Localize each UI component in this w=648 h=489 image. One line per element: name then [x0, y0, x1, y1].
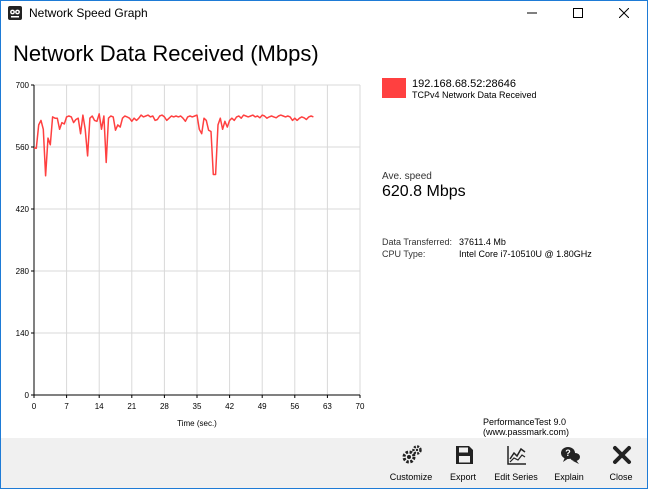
x-tick-label: 0	[32, 402, 37, 411]
y-tick-label: 280	[16, 267, 30, 276]
x-tick-label: 21	[127, 402, 136, 411]
x-tick-label: 35	[193, 402, 202, 411]
x-axis-label: Time (sec.)	[177, 419, 217, 428]
close-icon	[619, 8, 629, 18]
minimize-button[interactable]	[509, 1, 555, 25]
average-speed-label: Ave. speed	[382, 171, 432, 182]
floppy-disk-icon	[456, 446, 473, 464]
x-tick-label: 42	[225, 402, 234, 411]
y-tick-label: 700	[16, 81, 30, 90]
minimize-icon	[527, 12, 537, 14]
x-tick-label: 49	[258, 402, 267, 411]
passmark-app-icon	[8, 6, 22, 20]
close-label: Close	[609, 472, 633, 482]
title-bar[interactable]: Network Speed Graph	[1, 1, 647, 25]
x-tick-label: 56	[290, 402, 299, 411]
window-close-button[interactable]	[601, 1, 647, 25]
network-speed-graph-window: Network Speed Graph Network Data Receive…	[0, 0, 648, 489]
close-button[interactable]: Close	[591, 438, 648, 488]
y-tick-label: 560	[16, 143, 30, 152]
x-tick-label: 28	[160, 402, 169, 411]
x-tick-label: 7	[64, 402, 69, 411]
network-speed-chart: 0 140 280 420 560 700 0 7 14 21 28 35 42 49 56 63 70 Ti…	[16, 81, 365, 428]
cpu-type-value: Intel Core i7-10510U @ 1.80GHz	[459, 249, 592, 259]
chart-series	[33, 113, 314, 177]
x-tick-label: 63	[323, 402, 332, 411]
export-label: Export	[449, 472, 476, 482]
passmark-credit: PerformanceTest 9.0 (www.passmark.com)	[483, 417, 570, 437]
maximize-icon	[573, 8, 583, 18]
svg-text:?: ?	[565, 448, 571, 458]
help-bubble-icon: ?	[561, 447, 580, 464]
customize-button[interactable]: Customize	[381, 438, 441, 488]
footer-toolbar: Customize Export Edit Series ? Explain C…	[1, 438, 647, 488]
legend-series-description: TCPv4 Network Data Received	[412, 90, 537, 100]
y-tick-label: 140	[16, 329, 30, 338]
data-transferred-value: 37611.4 Mb	[459, 237, 506, 247]
y-tick-label: 420	[16, 205, 30, 214]
edit-series-label: Edit Series	[494, 472, 538, 482]
chart-heading: Network Data Received (Mbps)	[13, 41, 319, 66]
average-speed-value: 620.8 Mbps	[382, 183, 466, 200]
gears-icon	[402, 445, 422, 464]
window-title: Network Speed Graph	[29, 6, 148, 20]
x-tick-label: 70	[356, 402, 365, 411]
y-axis-ticks: 0 140 280 420 560 700	[16, 81, 34, 400]
x-axis-ticks: 0 7 14 21 28 35 42 49 56 63 70	[32, 395, 365, 411]
line-chart-icon	[507, 446, 526, 465]
data-transferred-label: Data Transferred:	[382, 237, 453, 247]
legend-swatch[interactable]	[382, 78, 406, 98]
series-line	[33, 113, 314, 177]
chart-grid	[33, 84, 361, 396]
y-tick-label: 0	[25, 391, 30, 400]
customize-label: Customize	[389, 472, 433, 482]
maximize-button[interactable]	[555, 1, 601, 25]
cpu-type-label: CPU Type:	[382, 249, 426, 259]
explain-button[interactable]: ? Explain	[539, 438, 599, 488]
x-tick-label: 14	[95, 402, 104, 411]
explain-label: Explain	[554, 472, 584, 482]
export-button[interactable]: Export	[433, 438, 493, 488]
edit-series-button[interactable]: Edit Series	[486, 438, 546, 488]
legend-series-name: 192.168.68.52:28646	[412, 78, 516, 90]
close-x-icon	[613, 446, 631, 464]
